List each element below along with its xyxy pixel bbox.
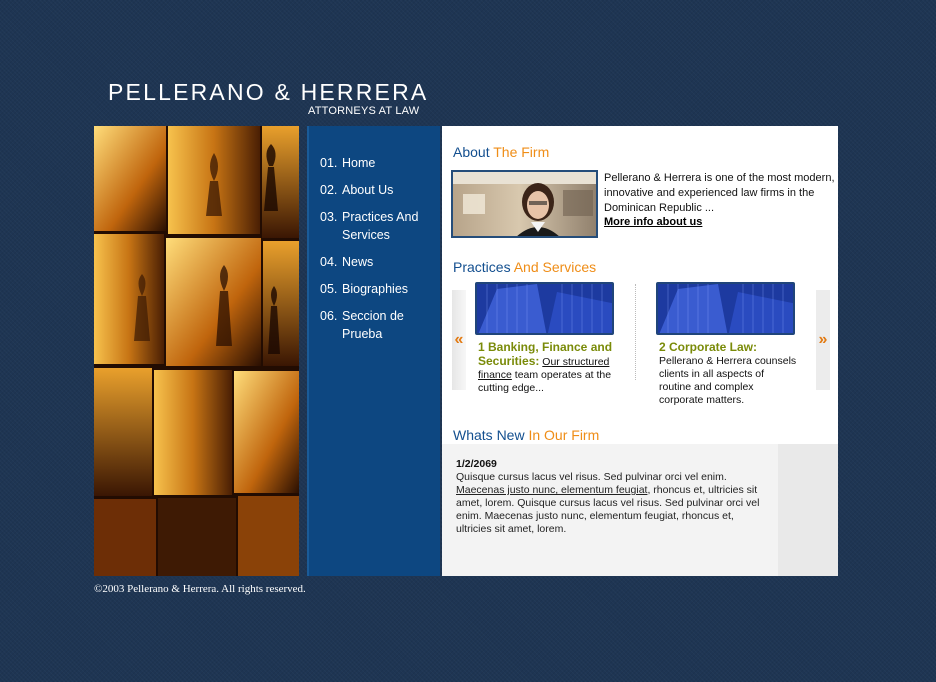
nav-item-label: Biographies [342,282,409,296]
news-heading-part-2: In Our Firm [528,427,600,443]
practices-heading-part-1: Practices [453,259,511,275]
nav-item-number: 01. [320,156,338,170]
about-heading-part-1: About [453,144,490,160]
nav-item-number: 05. [320,282,338,296]
nav-item-label: About Us [342,183,394,197]
practice-item-corporate[interactable]: 2 Corporate Law: Pellerano & Herrera cou… [656,282,796,407]
news-text-part-1: Quisque cursus lacus vel risus. Sed pulv… [456,471,727,483]
nav-item-practices[interactable]: 03. Practices And Services [309,208,440,244]
nav-item-label: News [342,255,374,269]
news-link[interactable]: Maecenas justo nunc, elementum feugiat [456,484,647,496]
footer-copyright: ©2003 Pellerano & Herrera. All rights re… [94,583,306,595]
next-arrow-icon[interactable]: » [816,290,830,390]
practices-heading-part-2: And Services [513,259,597,275]
about-photo [451,170,598,238]
nav-item-label: Home [342,156,376,170]
prev-arrow-icon[interactable]: « [452,290,466,390]
practice-title: 2 Corporate Law: [659,340,758,354]
news-text: Quisque cursus lacus vel risus. Sed pulv… [456,471,768,536]
main-content: About The Firm Pellerano & Herrera is on… [442,126,838,576]
nav-item-seccion-de-prueba[interactable]: 06. Seccion de Prueba [309,307,440,343]
news-date: 1/2/2069 [456,458,497,470]
news-heading: Whats New In Our Firm [453,427,599,443]
practices-heading: Practices And Services [453,259,596,275]
nav-item-number: 03. [320,210,338,224]
practice-text: 1 Banking, Finance and Securities: Our s… [478,341,618,395]
brand-tagline: ATTORNEYS AT LAW [308,105,420,117]
more-info-link[interactable]: More info about us [604,216,702,228]
practice-item-banking[interactable]: 1 Banking, Finance and Securities: Our s… [475,282,615,395]
nav-item-label: Practices And Services [342,210,419,242]
about-heading: About The Firm [453,144,549,160]
practice-divider [635,284,636,380]
nav-item-label: Seccion de Prueba [342,309,404,341]
nav-item-number: 06. [320,309,338,323]
nav-item-about-us[interactable]: 02. About Us [309,181,440,199]
news-heading-part-1: Whats New [453,427,525,443]
nav-item-number: 04. [320,255,338,269]
nav-item-number: 02. [320,183,338,197]
about-heading-part-2: The Firm [493,144,550,160]
about-text: Pellerano & Herrera is one of the most m… [604,172,835,214]
news-side-panel [778,444,838,576]
nav-item-news[interactable]: 04. News [309,253,440,271]
logo[interactable]: PELLERANO & HERRERA ATTORNEYS AT LAW [108,79,429,117]
practice-thumbnail [656,282,795,335]
nav-item-biographies[interactable]: 05. Biographies [309,280,440,298]
news-box: 1/2/2069 Quisque cursus lacus vel risus.… [442,444,838,576]
hero-photo [94,126,299,576]
brand-name: PELLERANO & HERRERA [108,79,429,105]
practice-text: 2 Corporate Law: Pellerano & Herrera cou… [659,341,799,407]
nav-item-home[interactable]: 01. Home [309,154,440,172]
practice-description: Pellerano & Herrera counsels clients in … [659,355,797,406]
main-nav: 01. Home 02. About Us 03. Practices And … [307,126,440,576]
practice-thumbnail [475,282,614,335]
